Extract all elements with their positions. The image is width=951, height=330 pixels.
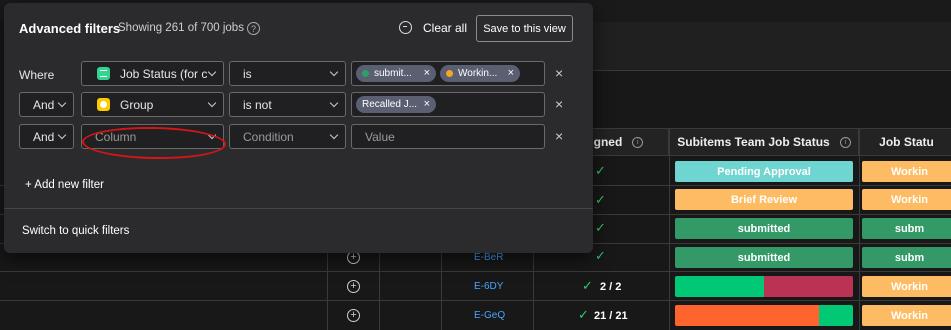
status-column-icon bbox=[97, 67, 110, 80]
battery-segment bbox=[675, 305, 820, 326]
value-chip[interactable]: submit... × bbox=[356, 65, 436, 82]
column-select[interactable]: Column bbox=[81, 124, 224, 149]
chevron-down-icon bbox=[207, 98, 217, 108]
board-header-cell bbox=[669, 22, 860, 71]
column-select-placeholder: Column bbox=[95, 130, 137, 144]
chevron-down-icon bbox=[57, 98, 67, 108]
remove-filter-icon[interactable]: × bbox=[555, 128, 563, 144]
check-icon: ✓ bbox=[582, 278, 593, 293]
value-select[interactable]: Value bbox=[351, 124, 545, 149]
status-dot bbox=[446, 70, 453, 77]
battery-segment bbox=[764, 276, 853, 297]
value-select-placeholder: Value bbox=[365, 130, 395, 144]
advanced-filters-panel: Advanced filters Showing 261 of 700 jobs… bbox=[4, 3, 593, 253]
column-select-value: Group bbox=[120, 98, 154, 112]
battery-bar[interactable] bbox=[675, 305, 853, 326]
where-label: Where bbox=[19, 68, 55, 82]
column-select[interactable]: Group bbox=[81, 92, 224, 117]
check-icon: ✓ bbox=[595, 163, 606, 178]
chevron-down-icon bbox=[207, 130, 217, 140]
value-chip[interactable]: Recalled J... × bbox=[356, 96, 436, 113]
job-status-pill[interactable]: Workin bbox=[862, 276, 951, 297]
check-icon: ✓ bbox=[595, 220, 606, 235]
conjunction-select[interactable]: And bbox=[19, 92, 74, 117]
check-icon: ✓ bbox=[595, 192, 606, 207]
subitem-count: 2 / 2 bbox=[600, 281, 622, 293]
chevron-down-icon bbox=[207, 67, 217, 77]
item-id[interactable]: E-6DY bbox=[474, 281, 503, 292]
add-update-icon[interactable]: + bbox=[347, 280, 360, 293]
status-pill[interactable]: submitted bbox=[675, 218, 853, 239]
results-count: Showing 261 of 700 jobs bbox=[118, 22, 244, 34]
condition-select-value: is not bbox=[243, 98, 272, 112]
help-icon[interactable]: ? bbox=[247, 22, 260, 35]
column-header-job-status[interactable]: Job Statu bbox=[859, 128, 951, 156]
job-status-pill[interactable]: Workin bbox=[862, 189, 951, 210]
group-column-icon bbox=[97, 98, 110, 111]
job-status-pill[interactable]: Workin bbox=[862, 161, 951, 182]
info-icon[interactable]: i bbox=[839, 136, 851, 148]
item-id[interactable]: E-BeR bbox=[474, 252, 503, 263]
add-filter-button[interactable]: + Add new filter bbox=[25, 179, 104, 191]
conjunction-value: And bbox=[33, 98, 55, 112]
column-header-job-status-label: Job Statu bbox=[879, 135, 934, 149]
column-select-value: Job Status (for c bbox=[120, 67, 208, 81]
board-header-cell bbox=[593, 22, 670, 71]
chevron-down-icon bbox=[329, 98, 339, 108]
status-pill[interactable]: Brief Review bbox=[675, 189, 853, 210]
remove-filter-icon[interactable]: × bbox=[555, 65, 563, 81]
check-icon: ✓ bbox=[595, 248, 606, 263]
status-dot bbox=[362, 70, 369, 77]
condition-select[interactable]: is not bbox=[229, 92, 346, 117]
condition-select[interactable]: is bbox=[229, 61, 346, 86]
chevron-down-icon bbox=[57, 130, 67, 140]
job-status-pill[interactable]: Workin bbox=[862, 305, 951, 326]
status-pill[interactable]: submitted bbox=[675, 247, 853, 268]
battery-segment bbox=[675, 276, 764, 297]
battery-segment bbox=[819, 305, 853, 326]
conjunction-value: And bbox=[33, 130, 55, 144]
chip-label: submit... bbox=[374, 68, 412, 79]
item-id[interactable]: E-GeQ bbox=[474, 310, 505, 321]
switch-quick-filters-button[interactable]: Switch to quick filters bbox=[22, 225, 129, 237]
panel-title: Advanced filters bbox=[19, 21, 121, 36]
divider bbox=[4, 208, 593, 209]
check-icon: ✓ bbox=[578, 307, 589, 322]
add-update-icon[interactable]: + bbox=[347, 309, 360, 322]
condition-select[interactable]: Condition bbox=[229, 124, 346, 149]
board-header-cell bbox=[859, 22, 951, 71]
subitem-count: 21 / 21 bbox=[594, 310, 628, 322]
chevron-down-icon bbox=[329, 130, 339, 140]
condition-select-value: is bbox=[243, 67, 252, 81]
conjunction-select[interactable]: And bbox=[19, 124, 74, 149]
condition-select-placeholder: Condition bbox=[243, 130, 294, 144]
job-status-pill[interactable]: subm bbox=[862, 218, 951, 239]
hide-icon[interactable] bbox=[399, 21, 412, 34]
remove-chip-icon[interactable]: × bbox=[424, 98, 430, 110]
save-to-view-button[interactable]: Save to this view bbox=[476, 15, 573, 42]
battery-bar[interactable] bbox=[675, 276, 853, 297]
remove-chip-icon[interactable]: × bbox=[424, 67, 430, 79]
chevron-down-icon bbox=[329, 67, 339, 77]
status-pill[interactable]: Pending Approval bbox=[675, 161, 853, 182]
value-select[interactable]: Recalled J... × bbox=[351, 92, 545, 117]
clear-all-button[interactable]: Clear all bbox=[423, 21, 467, 35]
remove-filter-icon[interactable]: × bbox=[555, 96, 563, 112]
chip-label: Workin... bbox=[458, 68, 498, 79]
remove-chip-icon[interactable]: × bbox=[508, 67, 514, 79]
value-chip[interactable]: Workin... × bbox=[440, 65, 520, 82]
chip-label: Recalled J... bbox=[362, 99, 418, 110]
column-select[interactable]: Job Status (for c bbox=[81, 61, 224, 86]
column-header-team-status[interactable]: Subitems Team Job Status i bbox=[669, 128, 859, 156]
column-header-team-status-label: Subitems Team Job Status bbox=[677, 135, 830, 149]
info-icon[interactable]: i bbox=[632, 136, 644, 148]
job-status-pill[interactable]: subm bbox=[862, 247, 951, 268]
value-select[interactable]: submit... × Workin... × bbox=[351, 61, 545, 86]
